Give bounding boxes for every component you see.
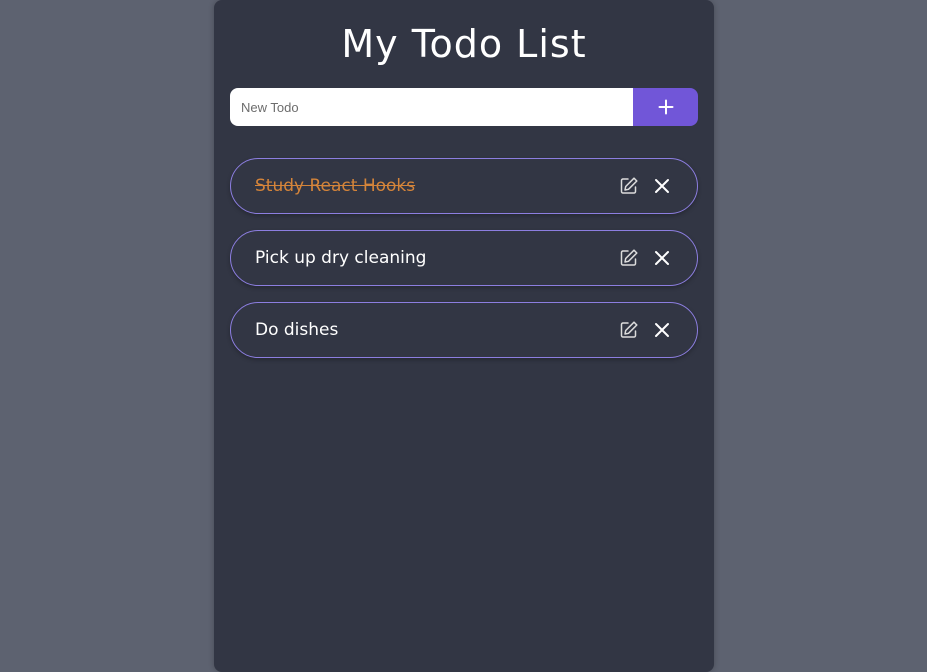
todo-text[interactable]: Study React Hooks [255, 159, 415, 213]
edit-icon[interactable] [619, 320, 639, 340]
plus-icon [658, 99, 674, 115]
todo-item: Study React Hooks [230, 158, 698, 214]
close-icon[interactable] [653, 321, 671, 339]
todo-item: Pick up dry cleaning [230, 230, 698, 286]
new-todo-input[interactable] [230, 88, 633, 126]
todo-list: Study React Hooks Pick up dry cleaning D… [230, 158, 698, 374]
todo-app: My Todo List Study React Hooks [214, 0, 714, 672]
edit-icon[interactable] [619, 176, 639, 196]
todo-text[interactable]: Pick up dry cleaning [255, 231, 426, 285]
todo-item: Do dishes [230, 302, 698, 358]
edit-icon[interactable] [619, 248, 639, 268]
page-title: My Todo List [341, 22, 587, 66]
add-todo-button[interactable] [633, 88, 698, 126]
new-todo-form [230, 88, 698, 126]
todo-text[interactable]: Do dishes [255, 303, 338, 357]
close-icon[interactable] [653, 177, 671, 195]
close-icon[interactable] [653, 249, 671, 267]
